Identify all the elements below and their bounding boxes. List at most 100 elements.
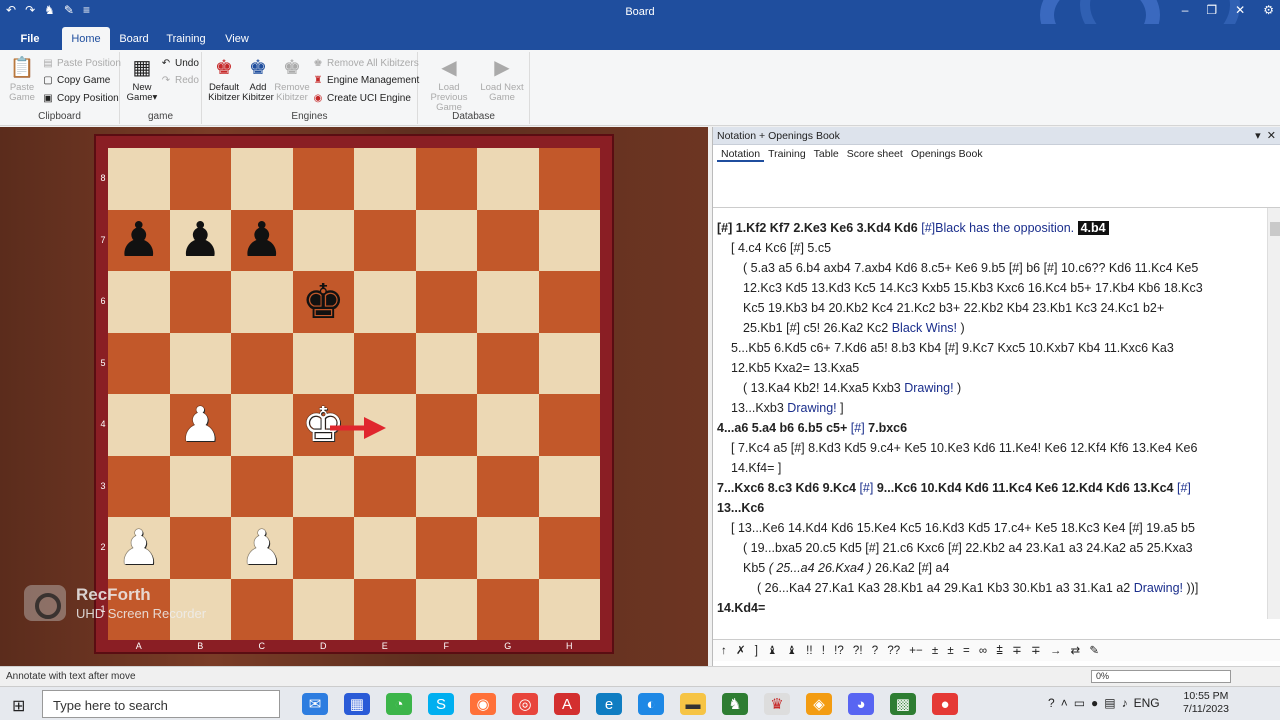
mainline-move[interactable]: 13...Kc6 bbox=[717, 498, 1262, 518]
tab-view[interactable]: View bbox=[220, 27, 254, 50]
square-a6[interactable] bbox=[108, 271, 170, 333]
firefox-icon[interactable]: ◉ bbox=[470, 693, 496, 715]
app-icon[interactable]: ◐ bbox=[638, 693, 664, 715]
redo-button[interactable]: ↷ Redo bbox=[160, 75, 199, 86]
variation-line[interactable]: ( 26...Ka4 27.Ka1 Ka3 28.Kb1 a4 29.Ka1 K… bbox=[717, 578, 1262, 598]
square-f8[interactable] bbox=[415, 148, 477, 210]
discord-icon[interactable]: ◕ bbox=[848, 693, 874, 715]
volume-icon[interactable]: ♪ bbox=[1122, 696, 1128, 710]
chevron-down-icon[interactable]: ▾ bbox=[1255, 130, 1261, 142]
help-icon[interactable]: ? bbox=[1048, 696, 1055, 710]
paste-position-button[interactable]: ▤ Paste Position bbox=[42, 58, 121, 69]
minimize-icon[interactable]: – bbox=[1182, 3, 1189, 17]
variation-line[interactable]: 12.Kc3 Kd5 13.Kd3 Kc5 14.Kc3 Kxb5 15.Kb3… bbox=[717, 278, 1262, 298]
skype-icon[interactable]: S bbox=[428, 693, 454, 715]
store-icon[interactable]: ▦ bbox=[344, 693, 370, 715]
square-g5[interactable] bbox=[477, 332, 539, 394]
square-c7[interactable]: ♟ bbox=[231, 209, 293, 271]
tab-home[interactable]: Home bbox=[62, 27, 110, 50]
variation-line[interactable]: Kc5 19.Kb3 b4 20.Kb2 Kc4 21.Kc2 b3+ 22.K… bbox=[717, 298, 1262, 318]
square-a2[interactable]: ♟ bbox=[108, 517, 170, 579]
square-d7[interactable] bbox=[292, 209, 354, 271]
square-b6[interactable] bbox=[169, 271, 231, 333]
square-g4[interactable] bbox=[477, 394, 539, 456]
square-e2[interactable] bbox=[354, 517, 416, 579]
undo-button[interactable]: ↶ Undo bbox=[160, 58, 199, 69]
mainline-move[interactable]: 4...a6 5.a4 b6 6.b5 c5+ [#] 7.bxc6 bbox=[717, 418, 1262, 438]
tab-training[interactable]: Training bbox=[164, 27, 208, 50]
variation-line[interactable]: 12.Kb5 Kxa2= 13.Kxa5 bbox=[717, 358, 1262, 378]
chess-app-icon[interactable]: ♞ bbox=[722, 693, 748, 715]
variation-line[interactable]: [ 7.Kc4 a5 [#] 8.Kd3 Kd5 9.c4+ Ke5 10.Ke… bbox=[717, 438, 1262, 458]
square-b3[interactable] bbox=[169, 455, 231, 517]
square-h7[interactable] bbox=[538, 209, 600, 271]
zoom-indicator[interactable]: 0% bbox=[1091, 670, 1231, 683]
square-c2[interactable]: ♟ bbox=[231, 517, 293, 579]
square-h3[interactable] bbox=[538, 455, 600, 517]
square-g6[interactable] bbox=[477, 271, 539, 333]
new-game-button[interactable]: ▦ New Game▾ bbox=[124, 56, 160, 103]
tab-score-sheet[interactable]: Score sheet bbox=[843, 148, 907, 162]
mainline-move[interactable]: 14.Kd4= bbox=[717, 598, 1262, 618]
chessboard[interactable]: ♟ ♟ ♟ ♚ ♟ ♚ ♟ ♟ bbox=[108, 148, 600, 640]
chess-board-icon[interactable]: ▩ bbox=[890, 693, 916, 715]
square-d2[interactable] bbox=[292, 517, 354, 579]
taskbar-search[interactable]: Type here to search bbox=[42, 690, 280, 718]
square-a5[interactable] bbox=[108, 332, 170, 394]
mail-icon[interactable]: ✉ bbox=[302, 693, 328, 715]
square-h4[interactable] bbox=[538, 394, 600, 456]
paste-game-button[interactable]: 📋 Paste Game bbox=[6, 56, 38, 103]
scroll-thumb[interactable] bbox=[1270, 222, 1280, 236]
white-pawn[interactable]: ♟ bbox=[117, 524, 160, 572]
mainline-move[interactable]: [#] 1.Kf2 Kf7 2.Ke3 Ke6 3.Kd4 Kd6 [#]Bla… bbox=[717, 218, 1262, 238]
square-f7[interactable] bbox=[415, 209, 477, 271]
variation-line[interactable]: [ 13...Ke6 14.Kd4 Kd6 15.Ke4 Kc5 16.Kd3 … bbox=[717, 518, 1262, 538]
square-c3[interactable] bbox=[231, 455, 293, 517]
square-f4[interactable] bbox=[415, 394, 477, 456]
tab-board[interactable]: Board bbox=[116, 27, 152, 50]
square-b8[interactable] bbox=[169, 148, 231, 210]
square-h5[interactable] bbox=[538, 332, 600, 394]
square-h8[interactable] bbox=[538, 148, 600, 210]
language-indicator[interactable]: ENG bbox=[1134, 696, 1160, 710]
square-d1[interactable] bbox=[292, 578, 354, 640]
square-c4[interactable] bbox=[231, 394, 293, 456]
variation-line[interactable]: ( 5.a3 a5 6.b4 axb4 7.axb4 Kd6 8.c5+ Ke6… bbox=[717, 258, 1262, 278]
square-h1[interactable] bbox=[538, 578, 600, 640]
tab-training[interactable]: Training bbox=[764, 148, 810, 162]
square-a4[interactable] bbox=[108, 394, 170, 456]
variation-line[interactable]: 14.Kf4= ] bbox=[717, 458, 1262, 478]
edge-icon[interactable]: e bbox=[596, 693, 622, 715]
tab-openings-book[interactable]: Openings Book bbox=[907, 148, 987, 162]
remove-all-kibitzers-button[interactable]: ♚ Remove All Kibitzers bbox=[312, 58, 419, 69]
variation-line[interactable]: [ 4.c4 Kc6 [#] 5.c5 bbox=[717, 238, 1262, 258]
square-e6[interactable] bbox=[354, 271, 416, 333]
square-e7[interactable] bbox=[354, 209, 416, 271]
recorder-icon[interactable]: ● bbox=[932, 693, 958, 715]
battery-icon[interactable]: ▭ bbox=[1074, 696, 1085, 710]
square-g7[interactable] bbox=[477, 209, 539, 271]
square-e3[interactable] bbox=[354, 455, 416, 517]
settings-icon[interactable]: ⚙ bbox=[1263, 3, 1274, 17]
variation-line[interactable]: ( 19...bxa5 20.c5 Kd5 [#] 21.c6 Kxc6 [#]… bbox=[717, 538, 1262, 558]
black-pawn[interactable]: ♟ bbox=[179, 216, 222, 264]
square-d6[interactable]: ♚ bbox=[292, 271, 354, 333]
create-uci-engine-button[interactable]: ◉ Create UCI Engine bbox=[312, 93, 411, 104]
close-icon[interactable]: ✕ bbox=[1235, 3, 1245, 17]
square-h6[interactable] bbox=[538, 271, 600, 333]
chevron-up-icon[interactable]: ˄ bbox=[1061, 696, 1068, 710]
square-c1[interactable] bbox=[231, 578, 293, 640]
square-f1[interactable] bbox=[415, 578, 477, 640]
load-next-game-button[interactable]: ▶ Load Next Game bbox=[478, 56, 526, 103]
windows-start-icon[interactable]: ⊞ bbox=[12, 696, 25, 716]
annotation-symbols-bar[interactable]: ↑ ✗ ] ♝ ♝ !! ! !? ?! ? ?? +− ± ± = ∞ ⩲ ∓… bbox=[713, 639, 1280, 661]
pdf-icon[interactable]: A bbox=[554, 693, 580, 715]
square-e5[interactable] bbox=[354, 332, 416, 394]
chess-engine-icon[interactable]: ♛ bbox=[764, 693, 790, 715]
variation-line[interactable]: 25.Kb1 [#] c5! 26.Ka2 Kc2 Black Wins! ) bbox=[717, 318, 1262, 338]
copy-game-button[interactable]: ▢ Copy Game bbox=[42, 75, 110, 86]
tab-notation[interactable]: Notation bbox=[717, 148, 765, 162]
square-b7[interactable]: ♟ bbox=[169, 209, 231, 271]
remove-kibitzer-button[interactable]: ♚ Remove Kibitzer bbox=[274, 56, 310, 103]
microphone-icon[interactable]: ● bbox=[1091, 696, 1098, 710]
